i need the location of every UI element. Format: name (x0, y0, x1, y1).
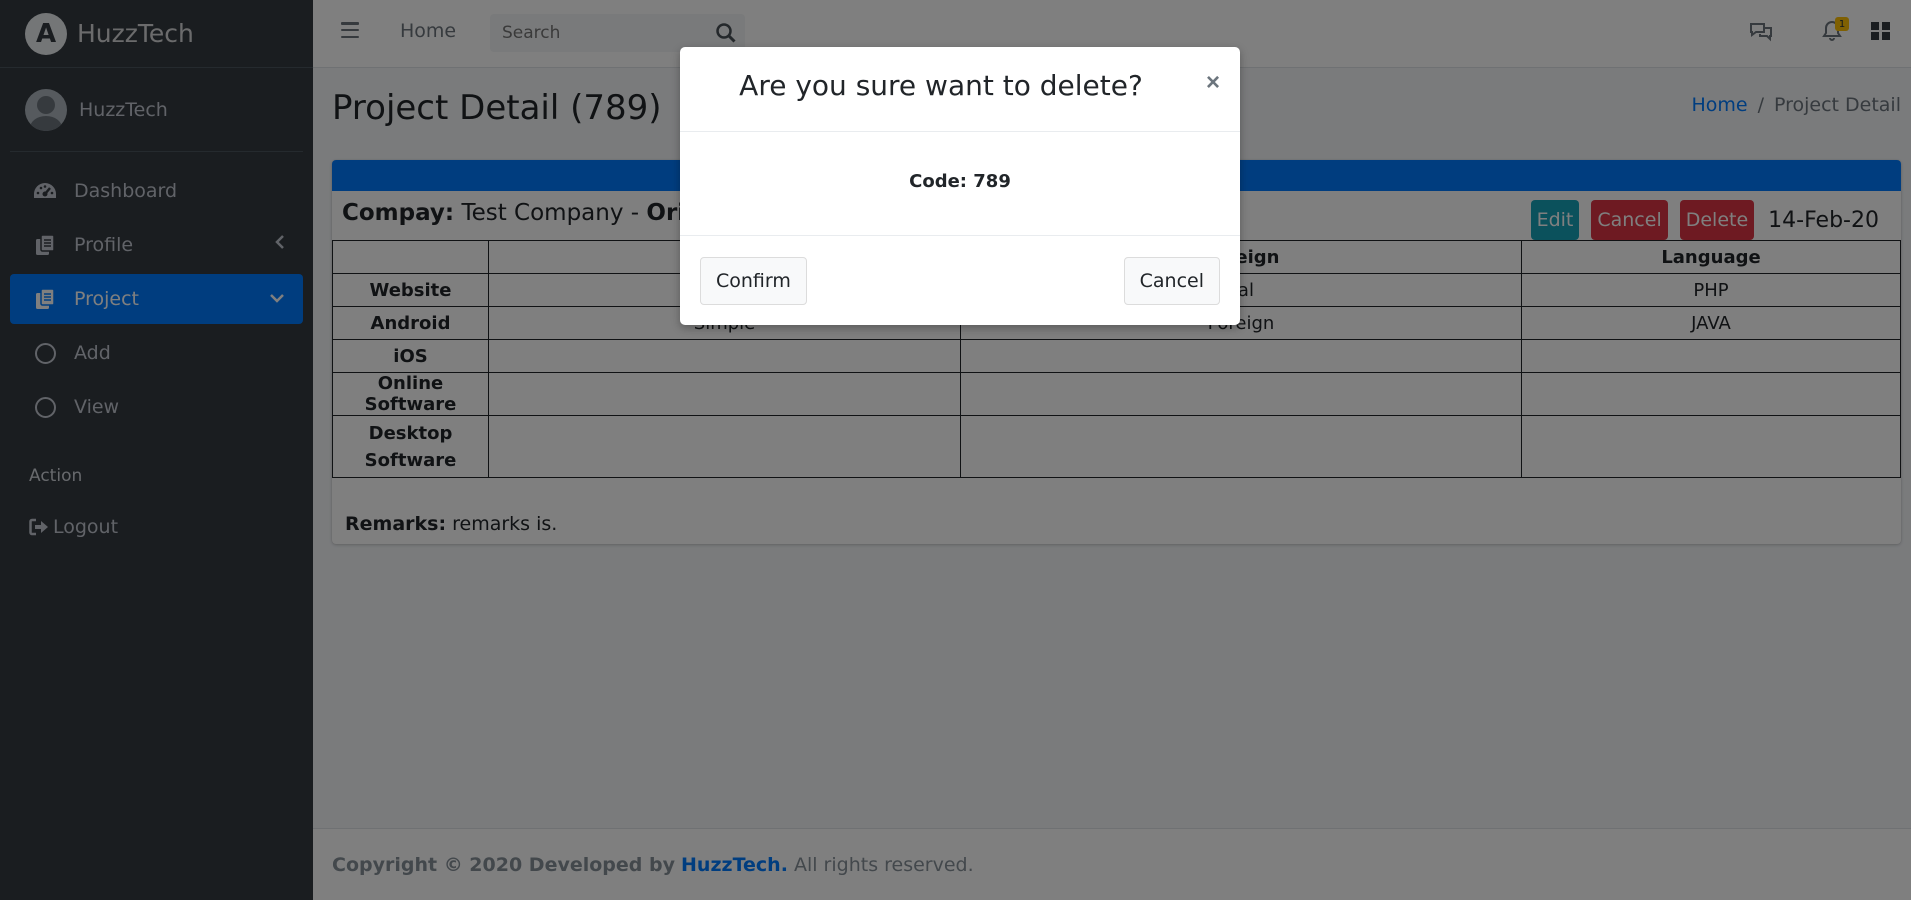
modal-cancel-button[interactable]: Cancel (1123, 257, 1220, 305)
close-icon[interactable]: × (1206, 69, 1220, 97)
modal-divider (680, 235, 1240, 236)
modal-title: Are you sure want to delete? (739, 69, 1143, 102)
delete-confirm-modal: Are you sure want to delete? × Code: 789… (680, 47, 1240, 325)
confirm-button[interactable]: Confirm (700, 257, 807, 305)
modal-body-text: Code: 789 (909, 171, 1011, 192)
modal-divider (680, 131, 1240, 132)
